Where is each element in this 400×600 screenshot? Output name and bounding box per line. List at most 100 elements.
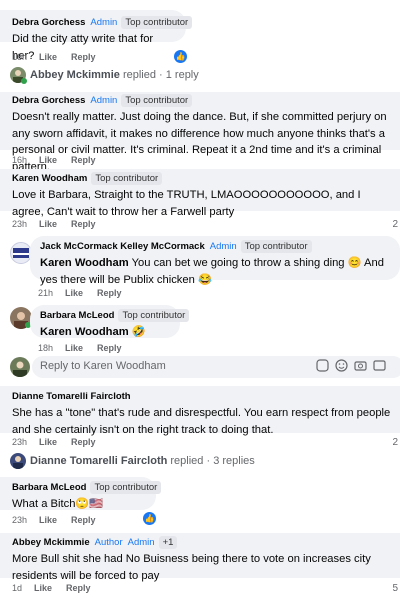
- mention-tag[interactable]: Karen Woodham: [40, 257, 129, 269]
- role-admin: Admin: [90, 95, 118, 106]
- author-name[interactable]: Barbara McLeod: [40, 310, 114, 321]
- reaction-count[interactable]: 5: [392, 583, 398, 594]
- gif-icon[interactable]: [373, 359, 386, 372]
- comment-header: Abbey Mckimmie Author Admin +1: [12, 536, 394, 549]
- replies-link[interactable]: Abbey Mckimmie replied · 1 reply: [30, 69, 199, 81]
- like-button[interactable]: Like: [65, 288, 83, 298]
- author-name[interactable]: Karen Woodham: [12, 173, 87, 184]
- comment-bubble: Karen Woodham Top contributor Love it Bar…: [0, 169, 400, 218]
- comment-bubble: Debra Gorchess Admin Top contributor Did t…: [0, 10, 193, 62]
- comment-header: Karen Woodham Top contributor: [12, 172, 394, 185]
- author-name[interactable]: Dianne Tomarelli Faircloth: [12, 391, 131, 402]
- reply-placeholder: Reply to Karen Woodham: [40, 360, 166, 372]
- author-name[interactable]: Abbey Mckimmie: [12, 537, 90, 548]
- reply-button[interactable]: Reply: [66, 583, 91, 593]
- comment-text: More Bull shit she had No Buisness being…: [12, 553, 371, 582]
- comment-actions: 1d Like Reply: [12, 583, 91, 593]
- timestamp[interactable]: 1d: [12, 583, 22, 593]
- badge-top-contributor: Top contributor: [121, 16, 193, 29]
- like-button[interactable]: Like: [39, 155, 57, 165]
- comment-text: Karen Woodham 🤣: [40, 324, 170, 341]
- timestamp[interactable]: 16h: [12, 52, 27, 62]
- like-reaction-icon[interactable]: 👍: [174, 50, 187, 63]
- badge-top-contributor: Top contributor: [240, 240, 312, 253]
- comment-bubble: Debra Gorchess Admin Top contributor Doesn…: [0, 92, 400, 173]
- comment-text: She has a "tone" that's rude and disresp…: [12, 407, 391, 436]
- comment-actions: 23h Like Reply: [12, 219, 96, 229]
- emoji-icon[interactable]: [335, 359, 348, 372]
- replies-count: replied · 1 reply: [122, 69, 199, 81]
- role-author: Author: [94, 537, 123, 548]
- timestamp[interactable]: 23h: [12, 437, 27, 447]
- comment-text: Love it Barbara, Straight to the TRUTH, …: [12, 189, 361, 218]
- comment-header: Barbara McLeod Top contributor: [40, 309, 190, 322]
- badge-top-contributor: Top contributor: [118, 309, 190, 322]
- timestamp[interactable]: 18h: [38, 343, 53, 353]
- comment-bubble: Jack McCormack Kelley McCormack Admin Top …: [30, 236, 400, 286]
- badge-top-contributor: Top contributor: [90, 481, 162, 494]
- like-button[interactable]: Like: [39, 437, 57, 447]
- comment-actions: 16h Like Reply: [12, 155, 96, 165]
- avatar-sticker-icon[interactable]: [316, 359, 329, 372]
- reply-input[interactable]: Reply to Karen Woodham: [32, 356, 400, 378]
- comment-header: Dianne Tomarelli Faircloth: [12, 390, 394, 403]
- reply-button[interactable]: Reply: [71, 52, 96, 62]
- comment-text: What a Bitch🙄🇺🇸: [12, 498, 104, 510]
- reaction-count[interactable]: 2: [392, 437, 398, 448]
- avatar[interactable]: [10, 453, 26, 469]
- online-dot-icon: [21, 78, 27, 84]
- comment-text: Karen Woodham You can bet we going to th…: [40, 255, 390, 288]
- replier-name: Abbey Mckimmie: [30, 69, 120, 81]
- like-button[interactable]: Like: [65, 343, 83, 353]
- timestamp[interactable]: 23h: [12, 219, 27, 229]
- reply-button[interactable]: Reply: [71, 515, 96, 525]
- author-name[interactable]: Debra Gorchess: [12, 95, 85, 106]
- comment-text: Doesn't really matter. Just doing the da…: [12, 111, 387, 173]
- comment-header: Barbara McLeod Top contributor: [12, 481, 162, 494]
- comment-header: Jack McCormack Kelley McCormack Admin Top …: [40, 240, 390, 253]
- reply-button[interactable]: Reply: [71, 437, 96, 447]
- timestamp[interactable]: 16h: [12, 155, 27, 165]
- reply-button[interactable]: Reply: [97, 343, 122, 353]
- avatar[interactable]: [10, 242, 32, 264]
- badge-plus-one: +1: [158, 536, 178, 549]
- replier-name: Dianne Tomarelli Faircloth: [30, 455, 168, 467]
- user-avatar[interactable]: [10, 357, 30, 377]
- badge-top-contributor: Top contributor: [91, 172, 163, 185]
- comment-body: 🤣: [128, 326, 146, 338]
- role-admin: Admin: [127, 537, 155, 548]
- like-button[interactable]: Like: [34, 583, 52, 593]
- comment-header: Debra Gorchess Admin Top contributor: [12, 16, 193, 29]
- comment-actions: 18h Like Reply: [38, 343, 122, 353]
- role-admin: Admin: [90, 17, 118, 28]
- comment-actions: 23h Like Reply: [12, 437, 96, 447]
- author-name[interactable]: Debra Gorchess: [12, 17, 85, 28]
- author-name[interactable]: Jack McCormack Kelley McCormack: [40, 241, 205, 252]
- author-name[interactable]: Barbara McLeod: [12, 482, 86, 493]
- timestamp[interactable]: 23h: [12, 515, 27, 525]
- comment-header: Debra Gorchess Admin Top contributor: [12, 94, 394, 107]
- badge-top-contributor: Top contributor: [121, 94, 193, 107]
- comment-actions: 23h Like Reply: [12, 515, 96, 525]
- comment-bubble: Barbara McLeod Top contributor Karen Wood…: [30, 305, 190, 341]
- reply-button[interactable]: Reply: [97, 288, 122, 298]
- role-admin: Admin: [209, 241, 237, 252]
- reaction-count[interactable]: 2: [392, 219, 398, 230]
- mention-tag[interactable]: Karen Woodham: [40, 326, 129, 338]
- comment-bubble: Dianne Tomarelli Faircloth She has a "to…: [0, 386, 400, 436]
- reply-tools: [316, 359, 386, 372]
- comment-bubble: Abbey Mckimmie Author Admin +1 More Bull sh…: [0, 533, 400, 582]
- like-button[interactable]: Like: [39, 219, 57, 229]
- like-button[interactable]: Like: [39, 52, 57, 62]
- reply-button[interactable]: Reply: [71, 219, 96, 229]
- timestamp[interactable]: 21h: [38, 288, 53, 298]
- camera-icon[interactable]: [354, 359, 367, 372]
- like-reaction-icon[interactable]: 👍: [143, 512, 156, 525]
- replies-link[interactable]: Dianne Tomarelli Faircloth replied · 3 r…: [30, 455, 255, 467]
- comment-actions: 21h Like Reply: [38, 288, 122, 298]
- comment-actions: 16h Like Reply: [12, 52, 96, 62]
- like-button[interactable]: Like: [39, 515, 57, 525]
- comment-bubble: Barbara McLeod Top contributor What a Bit…: [0, 477, 162, 510]
- replies-count: replied · 3 replies: [170, 455, 255, 467]
- reply-button[interactable]: Reply: [71, 155, 96, 165]
